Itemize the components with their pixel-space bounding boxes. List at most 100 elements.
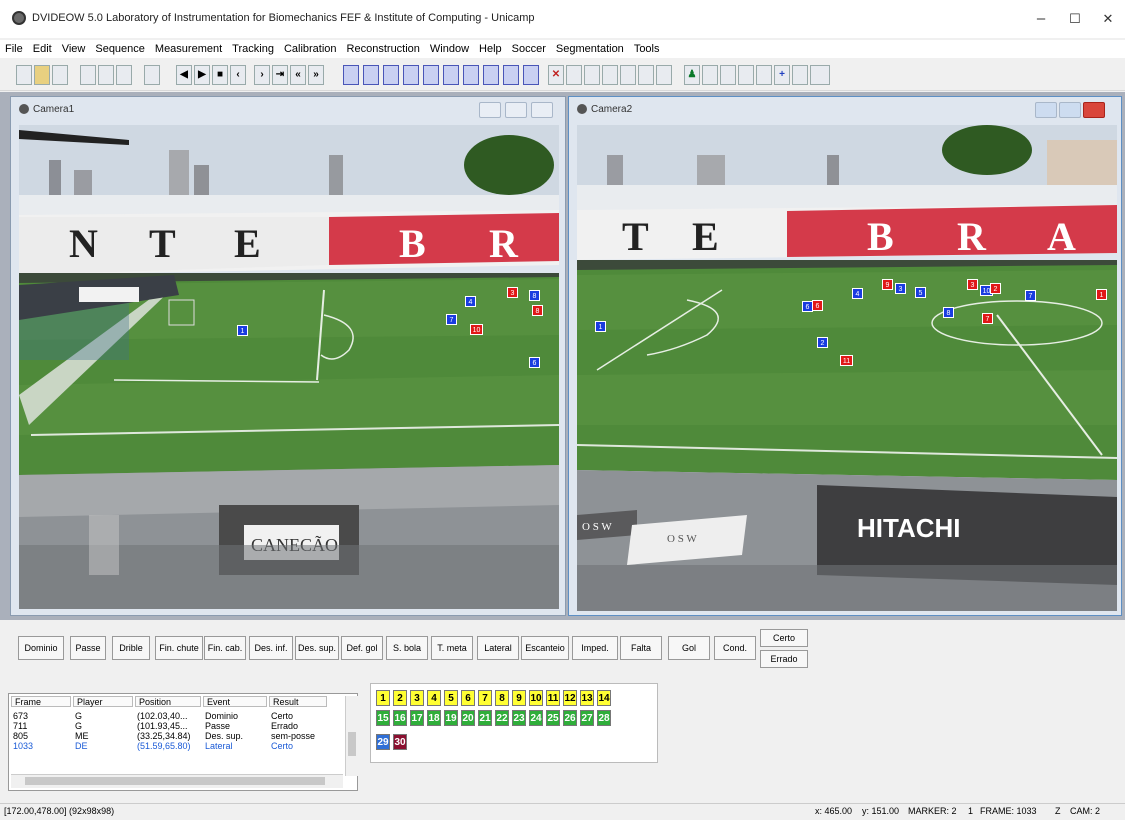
- marker-red[interactable]: 8: [532, 305, 543, 316]
- player-number-button[interactable]: 4: [427, 690, 441, 706]
- event-def-gol-button[interactable]: Def. gol: [341, 636, 383, 660]
- menu-calibration[interactable]: Calibration: [279, 40, 342, 58]
- maximize-button[interactable]: ☐: [1060, 6, 1090, 32]
- tool-e-icon[interactable]: [638, 65, 654, 85]
- marker-blue[interactable]: 5: [915, 287, 926, 298]
- event-fin-cab-button[interactable]: Fin. cab.: [204, 636, 246, 660]
- player-number-button[interactable]: 27: [580, 710, 594, 726]
- event-fin-chute-button[interactable]: Fin. chute: [155, 636, 203, 660]
- camera2-video[interactable]: T E B R A HITACHI O S W O S W 1 6 2 4 3 …: [577, 125, 1117, 611]
- player-number-button[interactable]: 22: [495, 710, 509, 726]
- player-number-button[interactable]: 11: [546, 690, 560, 706]
- tool-i-icon[interactable]: [738, 65, 754, 85]
- marker-blue[interactable]: 7: [1025, 290, 1036, 301]
- tool-f-icon[interactable]: [656, 65, 672, 85]
- player-number-button[interactable]: 2: [393, 690, 407, 706]
- marker-red[interactable]: 2: [990, 283, 1001, 294]
- menu-file[interactable]: File: [0, 40, 28, 58]
- event-table[interactable]: Frame Player Position Event Result 673 G…: [8, 693, 358, 791]
- delete-marker-icon[interactable]: ✕: [548, 65, 564, 85]
- marker-red[interactable]: 1: [1096, 289, 1107, 300]
- tool-c-icon[interactable]: [602, 65, 618, 85]
- event-lateral-button[interactable]: Lateral: [477, 636, 519, 660]
- last-frame-icon[interactable]: ⇥: [272, 65, 288, 85]
- menu-tracking[interactable]: Tracking: [227, 40, 279, 58]
- marker-red[interactable]: 7: [982, 313, 993, 324]
- menu-soccer[interactable]: Soccer: [507, 40, 551, 58]
- next-frame-icon[interactable]: ›: [254, 65, 270, 85]
- player-number-button[interactable]: 18: [427, 710, 441, 726]
- new-file-icon[interactable]: [16, 65, 32, 85]
- camera1-minimize-button[interactable]: [479, 102, 501, 118]
- tool-h-icon[interactable]: [720, 65, 736, 85]
- marker-blue[interactable]: 4: [852, 288, 863, 299]
- layout-5-icon[interactable]: [423, 65, 439, 85]
- layout-4-icon[interactable]: [403, 65, 419, 85]
- player-number-button[interactable]: 1: [376, 690, 390, 706]
- print-icon[interactable]: [144, 65, 160, 85]
- save-icon[interactable]: [52, 65, 68, 85]
- event-des-inf-button[interactable]: Des. inf.: [249, 636, 293, 660]
- column-header[interactable]: Result: [269, 696, 327, 707]
- menu-help[interactable]: Help: [474, 40, 507, 58]
- player-number-button[interactable]: 30: [393, 734, 407, 750]
- table-vertical-scrollbar[interactable]: [345, 696, 358, 776]
- stop-icon[interactable]: ■: [212, 65, 228, 85]
- column-header[interactable]: Position: [135, 696, 201, 707]
- player-number-button[interactable]: 7: [478, 690, 492, 706]
- player-number-button[interactable]: 28: [597, 710, 611, 726]
- cut-icon[interactable]: [80, 65, 96, 85]
- menu-tools[interactable]: Tools: [629, 40, 665, 58]
- player-number-button[interactable]: 8: [495, 690, 509, 706]
- table-horizontal-scrollbar[interactable]: [11, 774, 343, 788]
- person-icon[interactable]: ♟: [684, 65, 700, 85]
- camera2-minimize-button[interactable]: [1035, 102, 1057, 118]
- camera1-close-button[interactable]: [531, 102, 553, 118]
- event-falta-button[interactable]: Falta: [620, 636, 662, 660]
- scrollbar-thumb[interactable]: [348, 732, 356, 756]
- player-number-button[interactable]: 16: [393, 710, 407, 726]
- menu-segmentation[interactable]: Segmentation: [551, 40, 629, 58]
- event-passe-button[interactable]: Passe: [70, 636, 106, 660]
- step-back-icon[interactable]: ◀: [176, 65, 192, 85]
- tool-a-icon[interactable]: [566, 65, 582, 85]
- tool-b-icon[interactable]: [584, 65, 600, 85]
- marker-blue[interactable]: 2: [817, 337, 828, 348]
- player-number-button[interactable]: 10: [529, 690, 543, 706]
- event-gol-button[interactable]: Gol: [668, 636, 710, 660]
- marker-blue[interactable]: 4: [465, 296, 476, 307]
- player-number-button[interactable]: 15: [376, 710, 390, 726]
- event-s-bola-button[interactable]: S. bola: [386, 636, 428, 660]
- menu-window[interactable]: Window: [425, 40, 474, 58]
- event-t-meta-button[interactable]: T. meta: [431, 636, 473, 660]
- event-escanteio-button[interactable]: Escanteio: [521, 636, 569, 660]
- player-number-button[interactable]: 29: [376, 734, 390, 750]
- marker-red[interactable]: 3: [507, 287, 518, 298]
- paste-icon[interactable]: [116, 65, 132, 85]
- marker-blue[interactable]: 3: [895, 283, 906, 294]
- copy-icon[interactable]: [98, 65, 114, 85]
- event-des-sup-button[interactable]: Des. sup.: [295, 636, 339, 660]
- menu-reconstruction[interactable]: Reconstruction: [342, 40, 425, 58]
- crosshair-icon[interactable]: +: [774, 65, 790, 85]
- player-number-button[interactable]: 21: [478, 710, 492, 726]
- layout-7-icon[interactable]: [463, 65, 479, 85]
- marker-red[interactable]: 11: [840, 355, 853, 366]
- player-number-button[interactable]: 17: [410, 710, 424, 726]
- camera2-close-button[interactable]: [1083, 102, 1105, 118]
- player-number-button[interactable]: 3: [410, 690, 424, 706]
- marker-blue[interactable]: 7: [446, 314, 457, 325]
- close-button[interactable]: ✕: [1093, 6, 1123, 32]
- layout-3-icon[interactable]: [383, 65, 399, 85]
- camera1-video[interactable]: N T E B R CANECÃO 1 4: [19, 125, 559, 609]
- player-number-button[interactable]: 14: [597, 690, 611, 706]
- layout-8-icon[interactable]: [483, 65, 499, 85]
- marker-red[interactable]: 3: [967, 279, 978, 290]
- tool-k-icon[interactable]: [792, 65, 808, 85]
- tool-l-icon[interactable]: [810, 65, 830, 85]
- event-dominio-button[interactable]: Dominio: [18, 636, 64, 660]
- player-number-button[interactable]: 25: [546, 710, 560, 726]
- player-number-button[interactable]: 20: [461, 710, 475, 726]
- player-number-button[interactable]: 13: [580, 690, 594, 706]
- menu-sequence[interactable]: Sequence: [90, 40, 150, 58]
